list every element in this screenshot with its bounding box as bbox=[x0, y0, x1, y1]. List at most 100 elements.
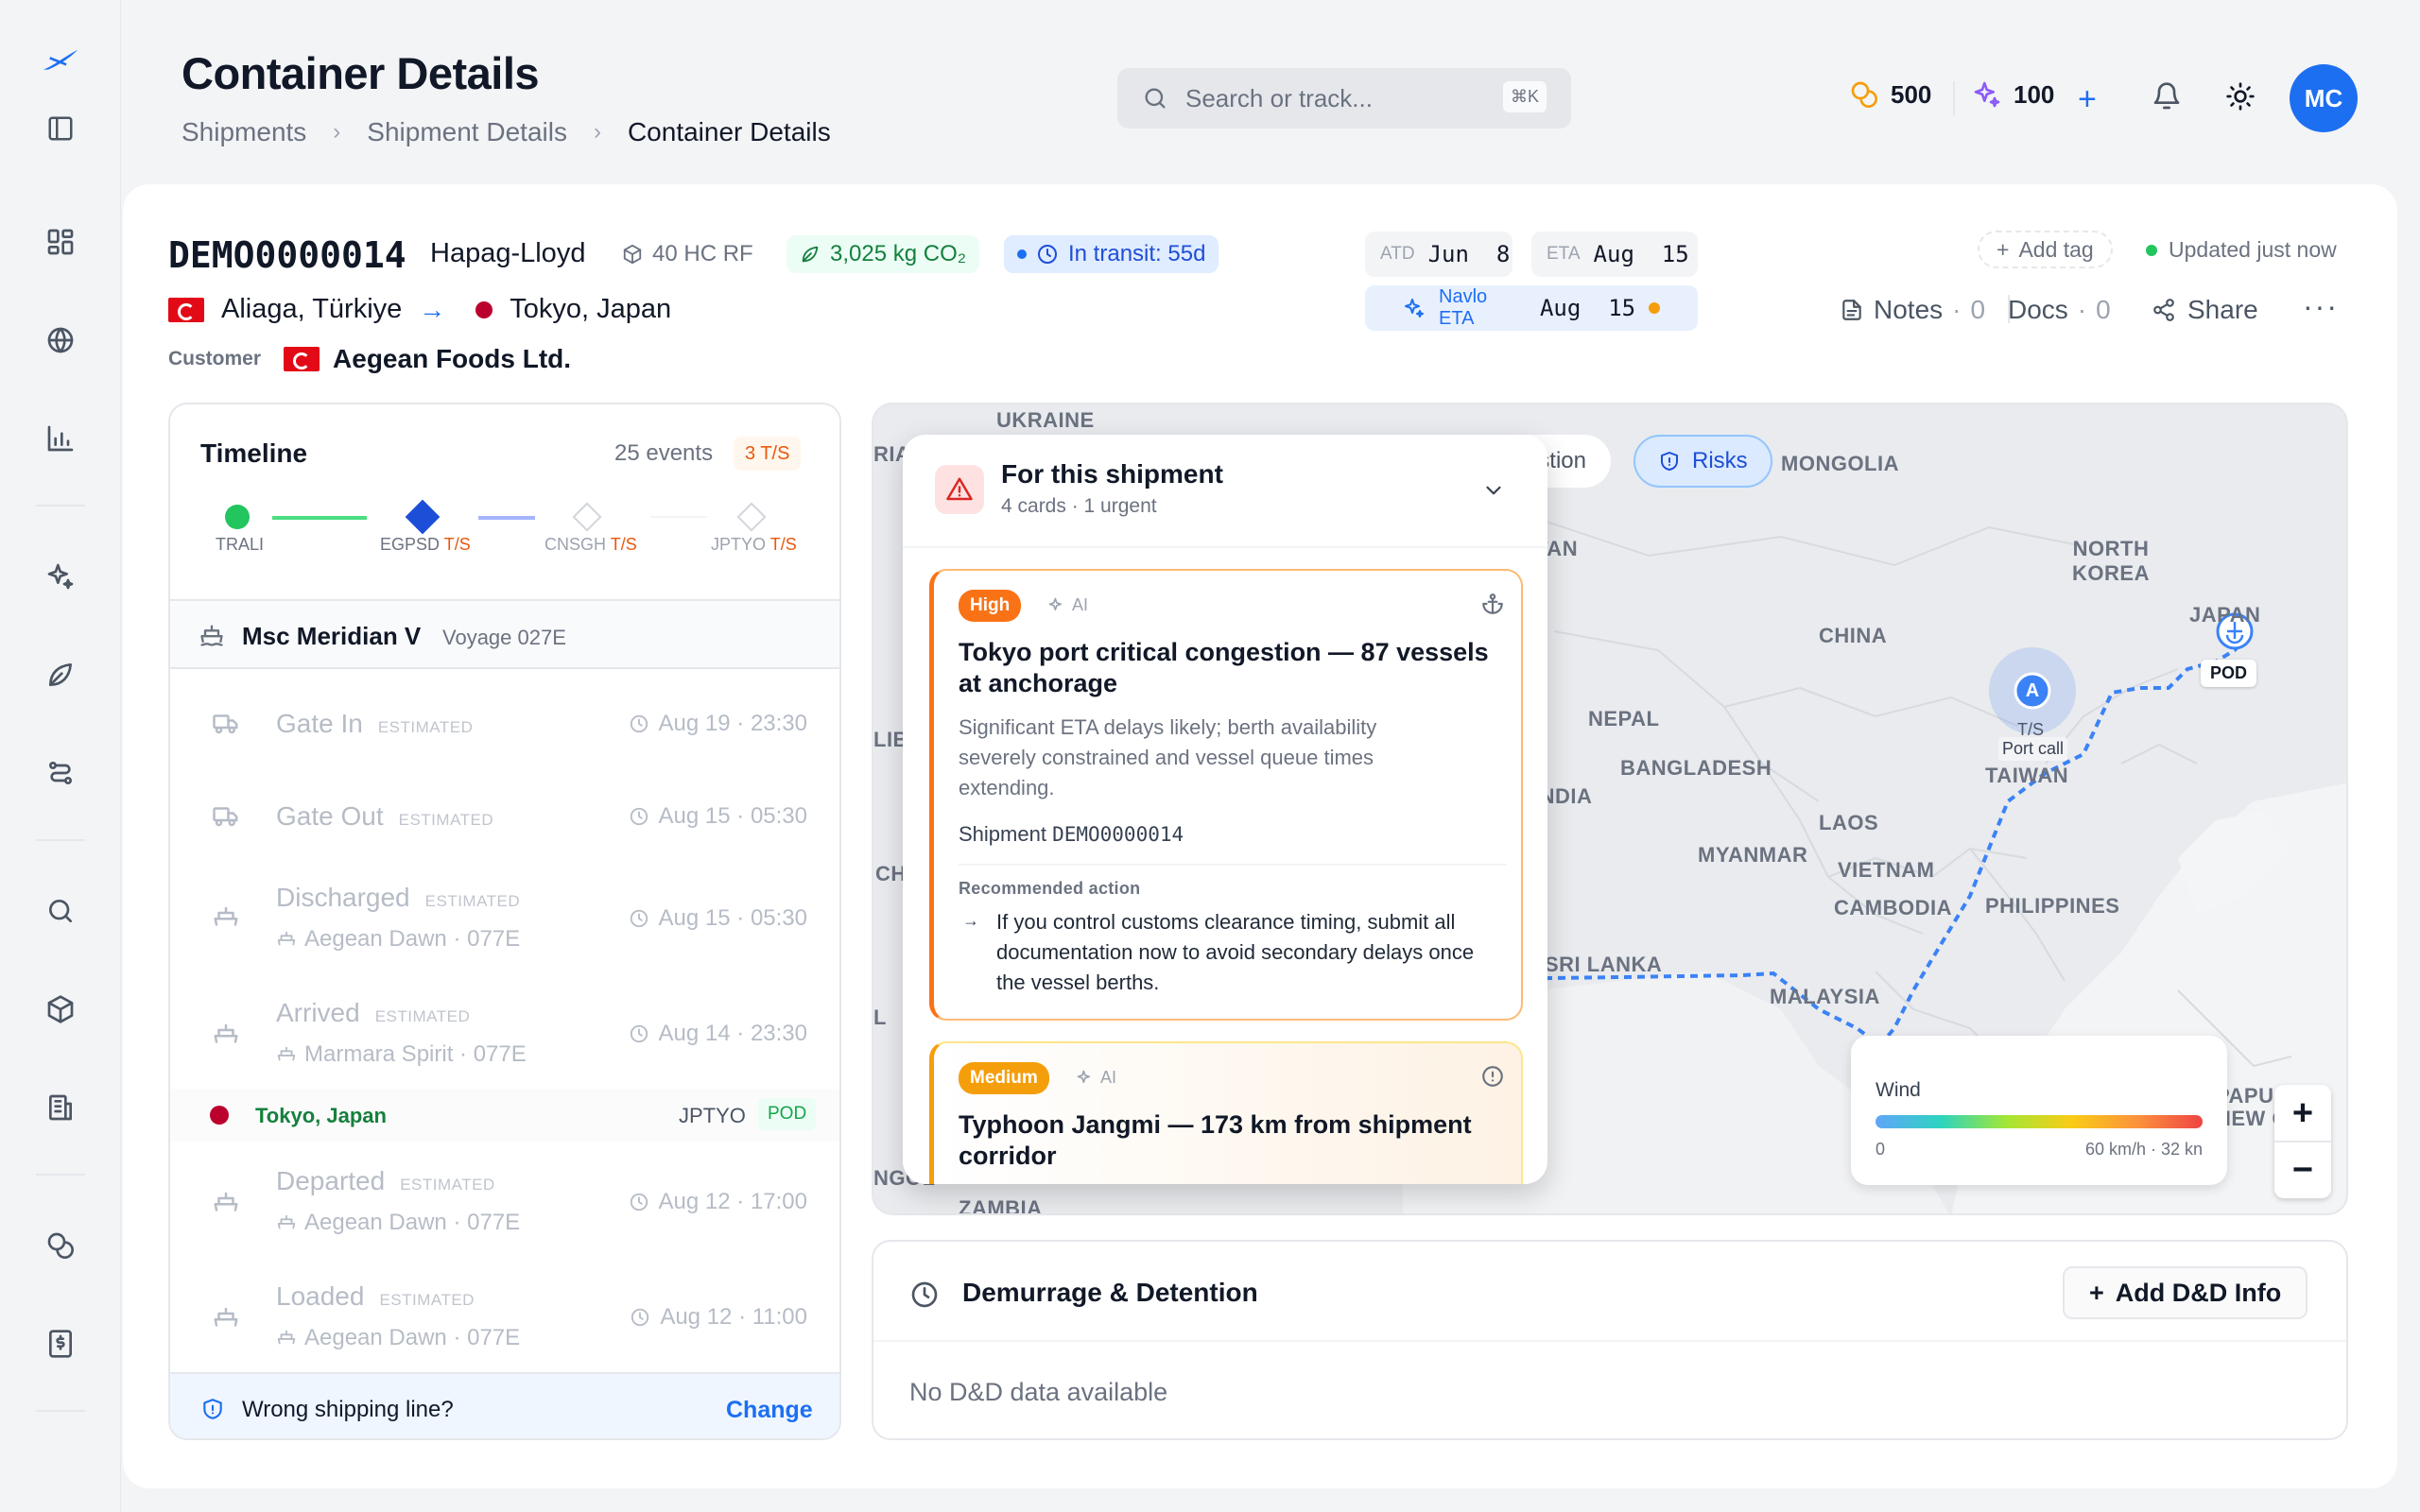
estimated-tag: ESTIMATED bbox=[424, 892, 521, 910]
coins-icon[interactable] bbox=[42, 1227, 79, 1264]
event-name: Discharged bbox=[276, 883, 410, 912]
docs-button[interactable]: Docs · 0 bbox=[2008, 295, 2111, 325]
eta-chip: ETA Aug 15 bbox=[1531, 232, 1698, 277]
ai-badge: AI bbox=[1047, 595, 1088, 615]
customer-name[interactable]: Aegean Foods Ltd. bbox=[333, 344, 571, 374]
truck-icon bbox=[212, 709, 242, 739]
building-icon[interactable] bbox=[42, 1089, 79, 1126]
sparkle-icon bbox=[1076, 1069, 1095, 1088]
credits-balance[interactable]: 100 bbox=[1972, 79, 2054, 110]
add-dd-button[interactable]: + Add D&D Info bbox=[2063, 1266, 2308, 1319]
timeline-event[interactable]: Arrived ESTIMATED Marmara Spirit · 077E A… bbox=[170, 971, 839, 1087]
add-tag-button[interactable]: + Add tag bbox=[1978, 231, 2113, 268]
timeline-title: Timeline bbox=[200, 438, 308, 468]
updated-status: Updated just now bbox=[2146, 237, 2337, 263]
change-line-link[interactable]: Change bbox=[726, 1397, 813, 1424]
share-button[interactable]: Share bbox=[2152, 295, 2258, 325]
globe-icon[interactable] bbox=[42, 321, 79, 359]
sparkle-icon bbox=[1403, 297, 1426, 319]
co2-chip: 3,025 kg CO₂ bbox=[786, 235, 980, 273]
search-input[interactable]: Search or track... ⌘K bbox=[1117, 68, 1571, 129]
timeline-event[interactable]: Discharged ESTIMATED Aegean Dawn · 077E A… bbox=[170, 856, 839, 971]
ship-icon bbox=[276, 1212, 297, 1233]
logo-icon[interactable] bbox=[42, 42, 79, 79]
breadcrumb-item-shipments[interactable]: Shipments bbox=[182, 117, 306, 147]
japan-flag bbox=[210, 1106, 229, 1125]
eta-value: Aug 15 bbox=[1593, 241, 1689, 267]
zoom-out-button[interactable]: − bbox=[2274, 1142, 2331, 1198]
risk-panel-title: For this shipment bbox=[1001, 459, 1223, 489]
navlo-eta-value: Aug 15 bbox=[1539, 295, 1636, 321]
breadcrumb-item-shipment-details[interactable]: Shipment Details bbox=[367, 117, 567, 147]
sparkle-icon bbox=[1047, 596, 1066, 615]
navlo-eta-label: Navlo ETA bbox=[1439, 286, 1488, 329]
navlo-eta-chip: Navlo ETA Aug 15 bbox=[1365, 285, 1698, 331]
document-icon bbox=[1840, 298, 1864, 322]
shield-icon bbox=[1658, 450, 1681, 472]
ai-sparkle-icon[interactable] bbox=[42, 558, 79, 595]
map-label: BANGLADESH bbox=[1620, 756, 1772, 780]
customer: Customer Aegean Foods Ltd. bbox=[168, 344, 571, 374]
sparkle-icon bbox=[1972, 79, 2002, 110]
search-nav-icon[interactable] bbox=[42, 892, 79, 930]
severity-badge: High bbox=[959, 590, 1022, 622]
map-label: CH bbox=[875, 862, 907, 885]
package-icon[interactable] bbox=[42, 990, 79, 1028]
avatar[interactable]: MC bbox=[2290, 64, 2358, 132]
updated-text: Updated just now bbox=[2169, 237, 2337, 262]
status-dot bbox=[1017, 249, 1027, 259]
ship-icon bbox=[276, 929, 297, 950]
ai-badge: AI bbox=[1076, 1068, 1116, 1088]
coins-icon bbox=[1849, 79, 1879, 110]
analytics-icon[interactable] bbox=[42, 420, 79, 457]
bell-icon[interactable] bbox=[2152, 81, 2182, 112]
zoom-in-button[interactable]: + bbox=[2274, 1085, 2331, 1142]
risk-card-high[interactable]: High AI Tokyo port critical congestion —… bbox=[929, 569, 1523, 1021]
wrong-line-footer: Wrong shipping line? Change bbox=[170, 1372, 839, 1438]
docs-count: 0 bbox=[2096, 295, 2111, 324]
timeline-event[interactable]: Gate Out ESTIMATED Aug 15 · 05:30 bbox=[170, 764, 839, 869]
map-label: PHILIPPINES bbox=[1985, 894, 2120, 918]
port-node-pending bbox=[736, 502, 767, 532]
timeline-event[interactable]: Gate In ESTIMATED Aug 19 · 23:30 bbox=[170, 671, 839, 777]
timeline-event[interactable]: Departed ESTIMATED Aegean Dawn · 077E Aug… bbox=[170, 1142, 839, 1257]
chevron-right-icon: › bbox=[593, 119, 601, 145]
location-row: Tokyo, Japan JPTYO POD bbox=[170, 1089, 839, 1142]
map-label: UKRAINE bbox=[996, 408, 1095, 432]
ship-icon bbox=[212, 903, 242, 934]
routes-icon[interactable] bbox=[42, 754, 79, 792]
demurrage-detention-panel: Demurrage & Detention + Add D&D Info No D… bbox=[872, 1240, 2348, 1440]
risk-card-body: Significant ETA delays likely; berth ava… bbox=[959, 715, 1377, 799]
sidebar-toggle-icon[interactable] bbox=[42, 110, 79, 147]
port-call-label: Port call bbox=[1998, 737, 2068, 761]
ship-icon bbox=[212, 1304, 242, 1334]
vessel-marker[interactable]: A bbox=[2019, 678, 2046, 704]
alert-icon bbox=[935, 465, 984, 514]
turkey-flag bbox=[168, 297, 204, 322]
invoice-icon[interactable] bbox=[42, 1325, 79, 1363]
coins-balance[interactable]: 500 bbox=[1849, 79, 1931, 110]
live-dot bbox=[2146, 244, 2157, 256]
wrong-line-question: Wrong shipping line? bbox=[242, 1397, 454, 1422]
event-name: Gate Out bbox=[276, 801, 384, 831]
risk-card-shipment: Shipment DEMO0000014 bbox=[959, 822, 1184, 846]
risk-card-medium[interactable]: Medium AI Typhoon Jangmi — 173 km from s… bbox=[929, 1041, 1523, 1184]
recommended-action-label: Recommended action bbox=[959, 879, 1141, 898]
credits-value: 100 bbox=[2014, 79, 2055, 109]
customer-label: Customer bbox=[168, 348, 262, 369]
port-code: JPTYO T/S bbox=[711, 535, 797, 554]
dd-empty-state: No D&D data available bbox=[909, 1378, 1168, 1406]
carrier-name: Hapag-Lloyd bbox=[430, 238, 586, 268]
timeline-event[interactable]: Loaded ESTIMATED Aegean Dawn · 077E Aug 1… bbox=[170, 1257, 839, 1372]
risks-tab[interactable]: Risks bbox=[1634, 435, 1772, 488]
dashboard-icon[interactable] bbox=[42, 223, 79, 261]
leaf-icon[interactable] bbox=[42, 656, 79, 694]
add-credits-button[interactable]: + bbox=[2078, 81, 2097, 118]
chevron-down-icon[interactable] bbox=[1481, 478, 1506, 503]
ship-icon bbox=[212, 1021, 242, 1051]
more-options-icon[interactable]: ··· bbox=[2303, 289, 2339, 324]
clock-icon bbox=[1036, 243, 1059, 266]
theme-toggle-icon[interactable] bbox=[2225, 81, 2256, 112]
notes-button[interactable]: Notes · 0 bbox=[1840, 295, 1985, 325]
zoom-controls: + − bbox=[2274, 1085, 2331, 1198]
